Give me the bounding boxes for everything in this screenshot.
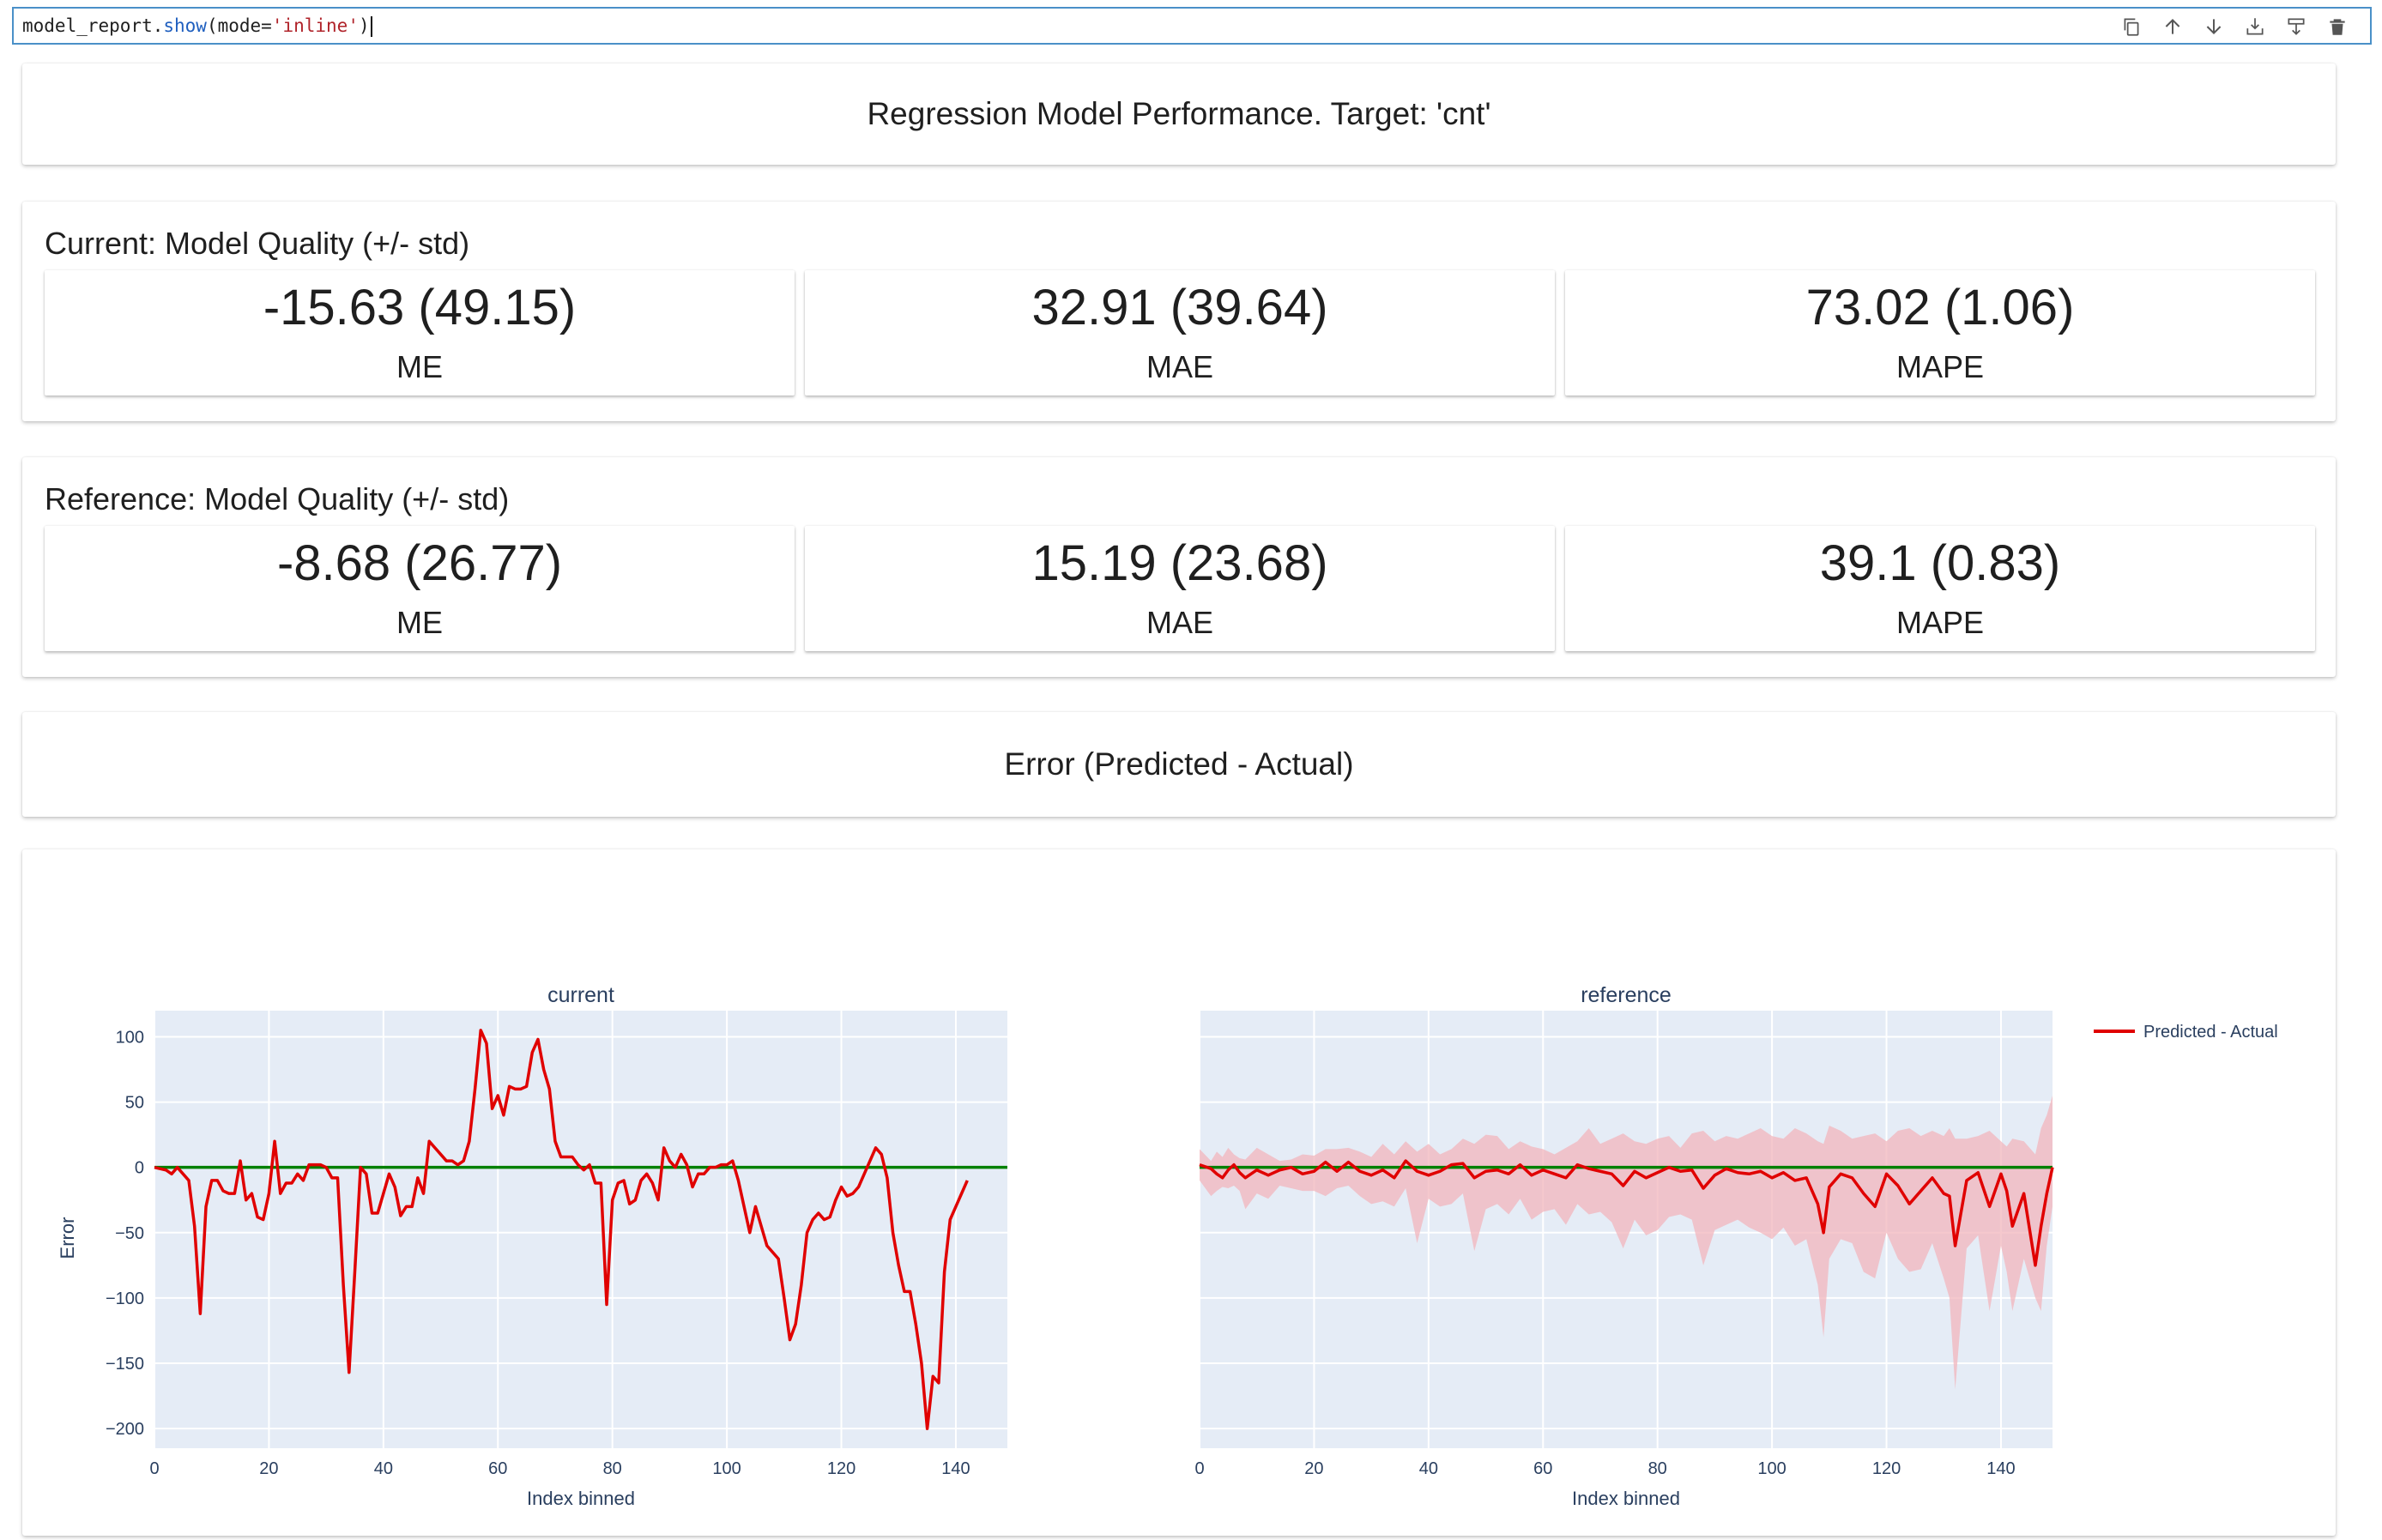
- x-tick-label: 20: [1304, 1459, 1323, 1478]
- x-tick-label: 100: [712, 1459, 741, 1478]
- code-cell-input[interactable]: model_report.show(mode='inline'): [12, 7, 2372, 45]
- x-tick-label: 0: [149, 1459, 159, 1478]
- reference-quality-heading: Reference: Model Quality (+/- std): [45, 481, 510, 516]
- x-tick-label: 60: [488, 1459, 507, 1478]
- x-tick-label: 80: [603, 1459, 622, 1478]
- plot-area-current: [154, 1011, 1007, 1448]
- code-function: show: [163, 15, 207, 36]
- metric-current-me: -15.63 (49.15) ME: [45, 270, 795, 396]
- panel-title-current: current: [547, 983, 614, 1007]
- metric-reference-me: -8.68 (26.77) ME: [45, 526, 795, 651]
- y-tick-label: 50: [125, 1094, 144, 1113]
- error-chart-card: 0 20 40 60 80 100 120 140 100 50 0 −50 −100 −150 −200 c…: [22, 849, 2336, 1536]
- metric-value: 73.02 (1.06): [1805, 280, 2075, 335]
- merge-icon[interactable]: [2276, 14, 2317, 39]
- x-tick-label: 0: [1194, 1459, 1204, 1478]
- cell-toolbar: [2111, 14, 2358, 39]
- error-chart: 0 20 40 60 80 100 120 140 100 50 0 −50 −100 −150 −200 c…: [57, 983, 2278, 1509]
- error-title-card: Error (Predicted - Actual): [22, 712, 2336, 817]
- y-axis-label: Error: [57, 1217, 78, 1259]
- metric-value: -8.68 (26.77): [276, 535, 563, 591]
- move-up-icon[interactable]: [2152, 14, 2193, 39]
- code-prefix: model_report.: [22, 15, 164, 36]
- y-tick-label: −150: [106, 1355, 144, 1374]
- report-title: Regression Model Performance. Target: 'c…: [867, 96, 1491, 131]
- metric-value: 32.91 (39.64): [1031, 280, 1328, 335]
- y-tick-label: 0: [135, 1159, 144, 1178]
- legend-label: Predicted - Actual: [2143, 1023, 2278, 1042]
- x-axis-label: Index binned: [527, 1488, 635, 1509]
- current-quality-card: Current: Model Quality (+/- std) -15.63 …: [22, 202, 2336, 421]
- x-axis-label: Index binned: [1572, 1488, 1680, 1509]
- metric-label: ME: [396, 349, 443, 384]
- move-down-icon[interactable]: [2193, 14, 2234, 39]
- x-tick-label: 20: [259, 1459, 278, 1478]
- report-title-card: Regression Model Performance. Target: 'c…: [22, 63, 2336, 165]
- x-tick-label: 140: [941, 1459, 970, 1478]
- metric-reference-mae: 15.19 (23.68) MAE: [805, 526, 1555, 651]
- text-cursor: [370, 16, 372, 37]
- x-tick-label: 120: [827, 1459, 855, 1478]
- x-tick-label: 40: [374, 1459, 393, 1478]
- x-tick-label: 100: [1757, 1459, 1786, 1478]
- y-tick-label: −100: [106, 1289, 144, 1308]
- metric-label: MAPE: [1895, 605, 1985, 640]
- metric-current-mape: 73.02 (1.06) MAPE: [1565, 270, 2315, 396]
- x-tick-label: 140: [1986, 1459, 2015, 1478]
- metric-reference-mape: 39.1 (0.83) MAPE: [1565, 526, 2315, 651]
- metric-current-mae: 32.91 (39.64) MAE: [805, 270, 1555, 396]
- y-tick-label: −200: [106, 1420, 144, 1439]
- metric-label: MAE: [1146, 349, 1213, 384]
- metric-value: 39.1 (0.83): [1819, 535, 2061, 591]
- metric-label: MAPE: [1895, 349, 1985, 384]
- code-string: 'inline': [271, 15, 359, 36]
- x-tick-label: 80: [1648, 1459, 1667, 1478]
- error-title: Error (Predicted - Actual): [1004, 746, 1354, 782]
- delete-icon[interactable]: [2317, 14, 2358, 39]
- code-close: ): [358, 15, 370, 36]
- x-tick-label: 60: [1533, 1459, 1552, 1478]
- metric-value: -15.63 (49.15): [263, 280, 577, 335]
- insert-below-icon[interactable]: [2234, 14, 2276, 39]
- metric-value: 15.19 (23.68): [1031, 535, 1328, 591]
- metric-label: ME: [396, 605, 443, 640]
- y-tick-label: −50: [115, 1224, 144, 1243]
- x-tick-label: 40: [1419, 1459, 1438, 1478]
- code-args: (mode=: [206, 15, 272, 36]
- duplicate-icon[interactable]: [2111, 14, 2152, 39]
- y-tick-label: 100: [116, 1028, 144, 1047]
- code-text[interactable]: model_report.show(mode='inline'): [22, 15, 372, 37]
- panel-title-reference: reference: [1581, 983, 1672, 1007]
- current-quality-heading: Current: Model Quality (+/- std): [45, 226, 470, 261]
- x-tick-label: 120: [1872, 1459, 1901, 1478]
- reference-quality-card: Reference: Model Quality (+/- std) -8.68…: [22, 457, 2336, 677]
- metric-label: MAE: [1146, 605, 1213, 640]
